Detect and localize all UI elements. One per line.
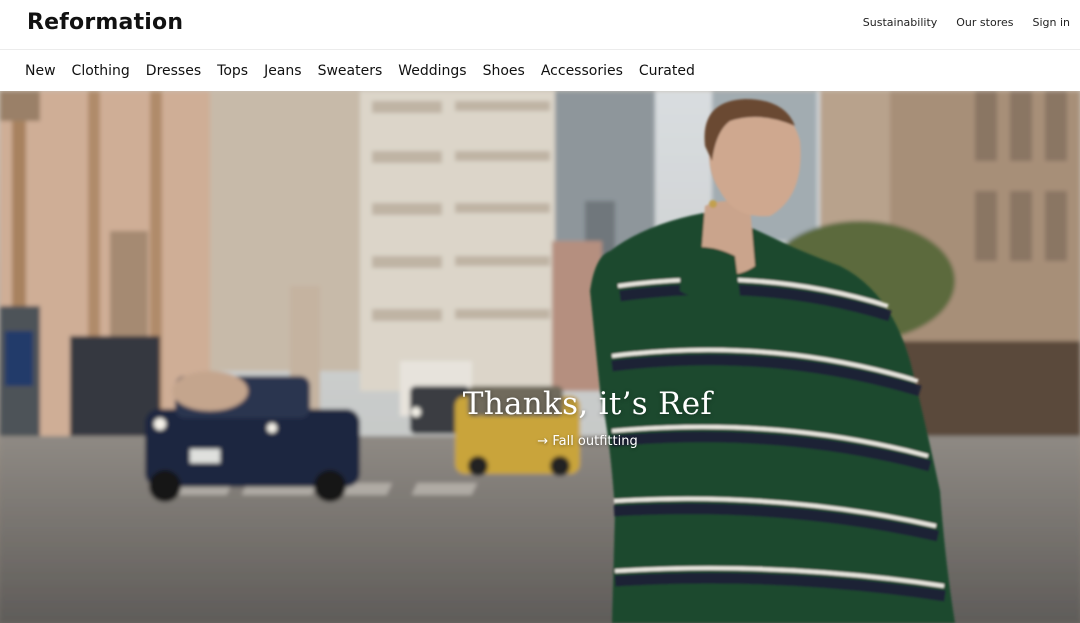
fall-outfitting-link[interactable]: → Fall outfitting <box>537 434 637 449</box>
hero-title: Thanks, it’s Ref <box>462 386 713 422</box>
our-stores-link[interactable]: Our stores <box>956 16 1013 29</box>
sign-in-link[interactable]: Sign in <box>1032 16 1070 29</box>
nav-item-jeans[interactable]: Jeans <box>264 63 302 79</box>
nav-item-weddings[interactable]: Weddings <box>398 63 466 79</box>
hero-copy: Thanks, it’s Ref → Fall outfitting <box>0 386 1080 450</box>
nav-item-tops[interactable]: Tops <box>217 63 248 79</box>
nav-item-accessories[interactable]: Accessories <box>541 63 623 79</box>
nav-item-shoes[interactable]: Shoes <box>483 63 525 79</box>
nav-item-dresses[interactable]: Dresses <box>146 63 201 79</box>
sustainability-link[interactable]: Sustainability <box>863 16 937 29</box>
hero-link-label: Fall outfitting <box>552 434 638 449</box>
nav-item-curated[interactable]: Curated <box>639 63 695 79</box>
hero-banner[interactable]: Thanks, it’s Ref → Fall outfitting <box>0 91 1080 623</box>
nav-item-sweaters[interactable]: Sweaters <box>318 63 383 79</box>
arrow-right-icon: → <box>537 434 549 449</box>
hero-image <box>0 91 1080 623</box>
main-navigation: New Clothing Dresses Tops Jeans Sweaters… <box>0 51 1080 91</box>
brand-logo[interactable]: Reformation <box>27 10 183 35</box>
utility-links: Sustainability Our stores Sign in <box>863 16 1070 29</box>
nav-item-clothing[interactable]: Clothing <box>72 63 130 79</box>
nav-item-new[interactable]: New <box>25 63 56 79</box>
top-header: Reformation Sustainability Our stores Si… <box>0 0 1080 50</box>
